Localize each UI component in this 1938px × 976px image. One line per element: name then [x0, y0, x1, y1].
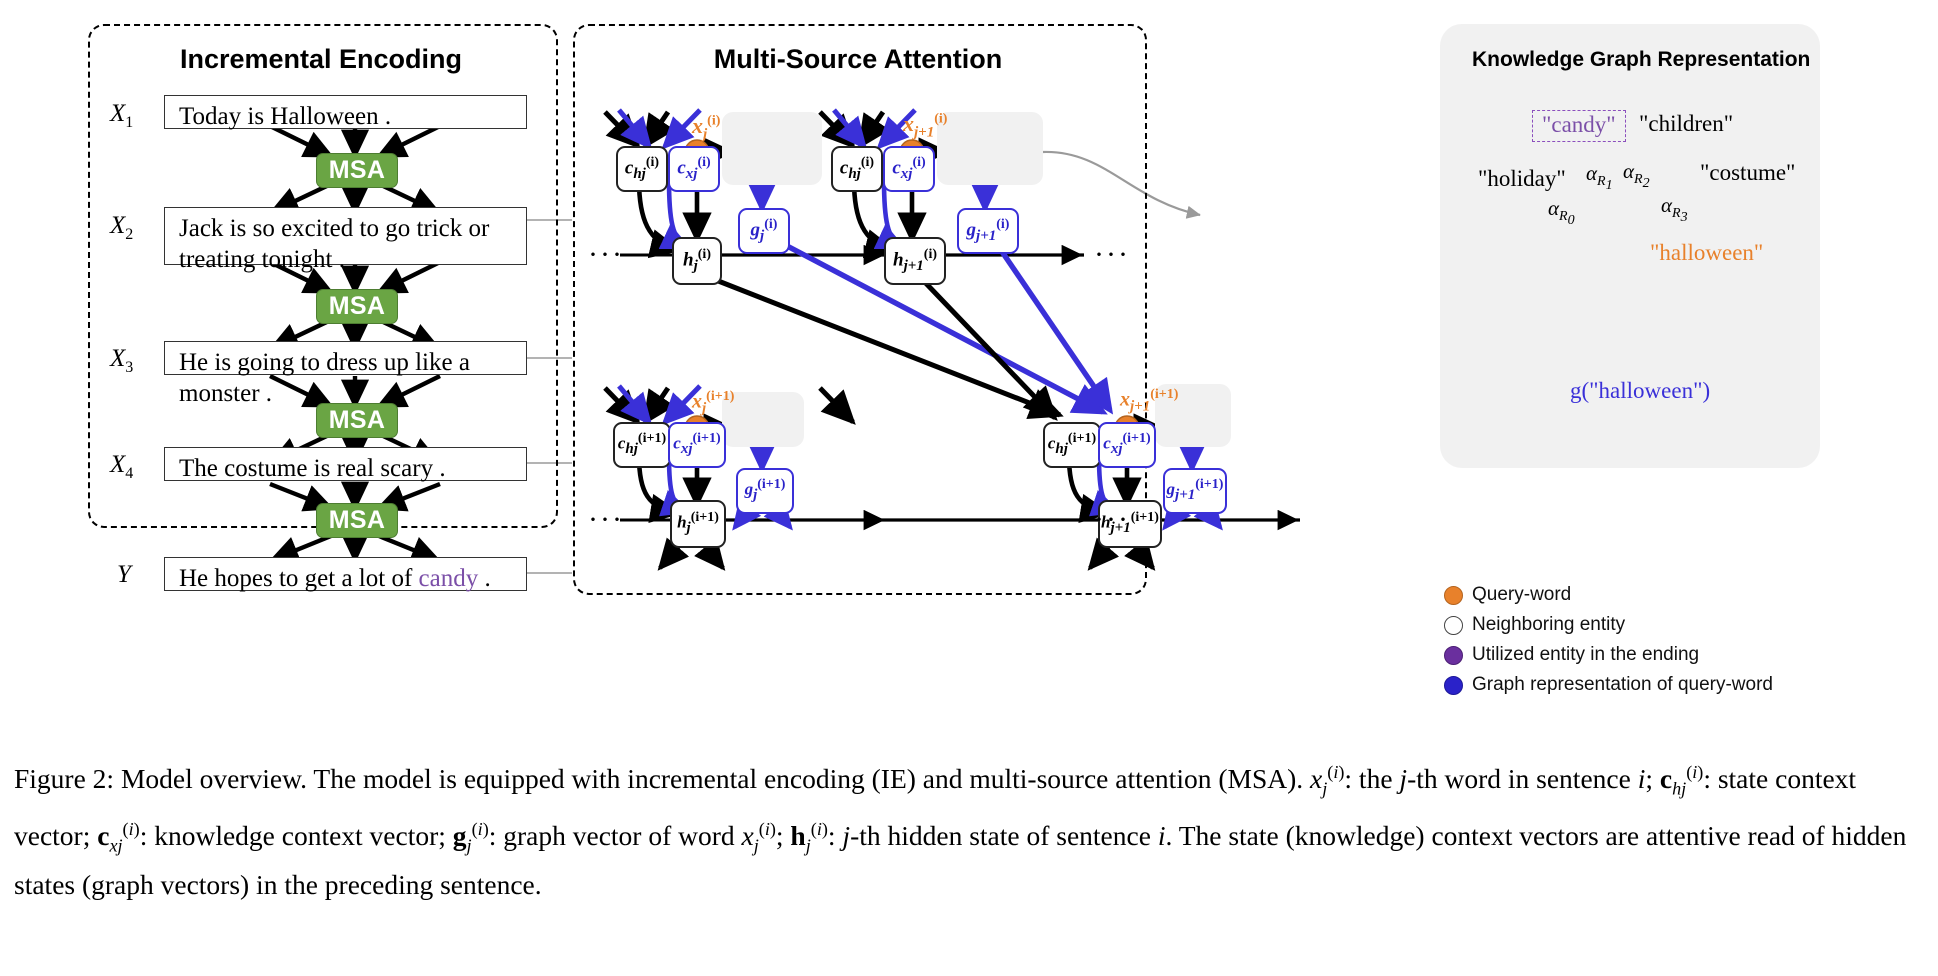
sentence-label-x1: X1 — [110, 100, 134, 131]
context-box-cx-top-j: cxj(i) — [668, 146, 720, 192]
sentence-box-x3: He is going to dress up like a monster . — [164, 341, 527, 407]
legend-label-utilized-entity: Utilized entity in the ending — [1472, 644, 1700, 665]
query-word-label-top-j: xj(i) — [692, 113, 721, 143]
y-highlight-candy: candy — [418, 565, 479, 592]
context-box-ch-top-j: chj(i) — [616, 146, 668, 192]
hidden-state-box-bot-j: hj(i+1) — [670, 500, 726, 548]
y-text-after: . — [478, 565, 491, 592]
graph-box-top-j — [722, 112, 822, 185]
legend-dot-graph-representation — [1444, 675, 1463, 695]
query-word-label-top-j1: xj+1(i) — [903, 111, 948, 141]
figure-caption: Figure 2: Model overview. The model is e… — [14, 762, 1907, 901]
kg-edge-label-r1: αR1 — [1586, 161, 1613, 193]
graph-vector-box-bot-j1: gj+1(i+1) — [1163, 468, 1227, 514]
sentence-box-x4: The costume is real scary . — [164, 447, 527, 482]
graph-vector-box-bot-j: gj(i+1) — [736, 468, 794, 514]
context-box-cx-bot-j1: cxj(i+1) — [1098, 422, 1156, 468]
sentence-label-y: Y — [117, 561, 131, 588]
kg-entity-label-costume: "costume" — [1700, 160, 1796, 185]
graph-vector-box-top-j1: gj+1(i) — [957, 208, 1019, 254]
legend-item-utilized-entity: Utilized entity in the ending — [1444, 644, 1699, 666]
incremental-encoding-title: Incremental Encoding — [179, 44, 463, 74]
query-word-label-bot-j1: xj+1(i+1) — [1120, 387, 1179, 415]
graph-vector-box-top-j: gj(i) — [738, 208, 790, 254]
context-box-cx-bot-j: cxj(i+1) — [668, 422, 726, 468]
figure-2-root: Incremental Encoding X1 Today is Hallowe… — [0, 0, 1938, 976]
hidden-state-box-top-j1: hj+1(i) — [884, 237, 946, 285]
context-box-cx-top-j1: cxj(i) — [883, 146, 935, 192]
kg-edge-label-r2: αR2 — [1623, 159, 1650, 191]
sentence-label-x4: X4 — [110, 451, 134, 482]
kg-entity-label-holiday: "holiday" — [1478, 166, 1566, 191]
msa-block-2: MSA — [316, 289, 398, 324]
knowledge-graph-title: Knowledge Graph Representation — [1472, 48, 1811, 71]
legend-label-neighboring-entity: Neighboring entity — [1472, 614, 1626, 635]
legend-dot-query-word — [1444, 585, 1463, 605]
ellipsis-top-right: ··· — [1094, 238, 1130, 271]
ellipsis-top-left: ··· — [588, 238, 624, 271]
sentence-box-y: He hopes to get a lot of candy . — [164, 557, 527, 592]
ellipsis-bot-right: ··· — [1094, 503, 1130, 536]
hidden-state-box-top-j: hj(i) — [672, 237, 722, 285]
kg-entity-label-children: "children" — [1639, 111, 1734, 136]
graph-box-top-j1 — [937, 112, 1043, 185]
context-box-ch-bot-j: chj(i+1) — [613, 422, 671, 468]
sentence-box-x2: Jack is so excited to go trick or treati… — [164, 207, 527, 273]
y-text-before: He hopes to get a lot of — [179, 565, 419, 592]
context-box-ch-top-j1: chj(i) — [831, 146, 883, 192]
msa-block-4: MSA — [316, 503, 398, 538]
query-word-label-bot-j: xj(i+1) — [692, 389, 735, 417]
multi-source-attention-title: Multi-Source Attention — [713, 44, 1003, 74]
legend-label-query-word: Query-word — [1472, 584, 1572, 605]
legend-dot-utilized-entity — [1444, 645, 1463, 665]
sentence-label-x2: X2 — [110, 212, 134, 243]
kg-graph-vector-label: g("halloween") — [1570, 378, 1711, 403]
ellipsis-bot-left: ··· — [588, 503, 624, 536]
msa-block-1: MSA — [316, 153, 398, 188]
sentence-box-x1: Today is Halloween . — [164, 95, 527, 130]
legend-item-query-word: Query-word — [1444, 584, 1571, 606]
legend-item-graph-representation: Graph representation of query-word — [1444, 674, 1773, 696]
legend-item-neighboring-entity: Neighboring entity — [1444, 614, 1625, 636]
msa-block-3: MSA — [316, 403, 398, 438]
panel-multi-source-attention — [573, 24, 1147, 595]
kg-center-entity-label: "halloween" — [1650, 240, 1764, 265]
kg-edge-label-r3: αR3 — [1661, 193, 1688, 225]
kg-entity-label-candy: "candy" — [1532, 110, 1626, 142]
kg-edge-label-r0: αR0 — [1548, 196, 1575, 228]
context-box-ch-bot-j1: chj(i+1) — [1043, 422, 1101, 468]
sentence-label-x3: X3 — [110, 345, 134, 376]
legend-label-graph-representation: Graph representation of query-word — [1472, 674, 1773, 695]
legend-dot-neighboring-entity — [1444, 615, 1463, 635]
